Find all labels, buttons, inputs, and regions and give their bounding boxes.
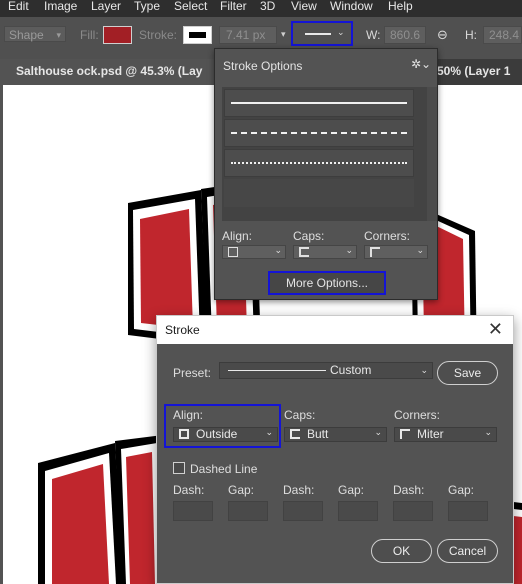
dash-label-2: Dash:: [283, 483, 315, 497]
gap-label-2: Gap:: [338, 483, 365, 497]
width-field[interactable]: 860.6: [384, 26, 426, 44]
height-value: 248.4: [489, 28, 520, 42]
tool-mode-select[interactable]: Shape ▾: [4, 26, 66, 42]
width-value: 860.6: [390, 28, 421, 42]
gap-field-1[interactable]: [228, 501, 268, 521]
chevron-down-icon: ⌄: [274, 245, 282, 255]
chevron-down-icon[interactable]: ▾: [281, 29, 286, 40]
stroke-presets-list: [222, 87, 434, 221]
dialog-titlebar: Stroke ✕: [157, 316, 513, 344]
stroke-type-selector[interactable]: ⌄: [291, 21, 353, 46]
panel-caps-label: Caps:: [293, 229, 325, 243]
document-tab-second[interactable]: 50% (Layer 1: [437, 59, 510, 85]
align-dropdown[interactable]: Outside ⌄: [173, 427, 278, 442]
dash-field-2[interactable]: [283, 501, 323, 521]
dashed-line-checkbox[interactable]: [173, 462, 185, 474]
document-tab[interactable]: Salthouse ock.psd @ 45.3% (Lay: [0, 59, 220, 85]
tool-mode-value: Shape: [9, 28, 44, 42]
dash-label-3: Dash:: [393, 483, 425, 497]
fill-color-swatch[interactable]: [103, 26, 132, 44]
align-label: Align:: [173, 408, 204, 422]
panel-caps-dropdown[interactable]: ⌄: [293, 245, 357, 259]
panel-align-label: Align:: [222, 229, 253, 243]
stroke-preset-empty: [224, 179, 414, 207]
panel-corners-label: Corners:: [364, 229, 411, 243]
gap-field-3[interactable]: [448, 501, 488, 521]
chevron-down-icon: ▾: [56, 30, 61, 40]
menu-layer[interactable]: Layer: [91, 0, 121, 13]
gap-label-3: Gap:: [448, 483, 475, 497]
preset-value: Custom: [330, 363, 372, 377]
ok-button[interactable]: OK: [371, 539, 432, 563]
preset-label: Preset:: [173, 366, 212, 380]
fill-label: Fill:: [80, 28, 99, 42]
chevron-down-icon: ⌄: [337, 27, 345, 37]
preset-dropdown[interactable]: Custom ⌄: [219, 362, 433, 379]
cap-butt-icon: [299, 247, 309, 257]
corners-dropdown[interactable]: Miter ⌄: [394, 427, 497, 442]
width-label: W:: [366, 28, 381, 42]
stroke-dialog: Stroke ✕ Preset: Custom ⌄ Save Align: Ca…: [156, 315, 514, 584]
dash-field-1[interactable]: [173, 501, 213, 521]
menu-type[interactable]: Type: [134, 0, 160, 13]
menu-help[interactable]: Help: [388, 0, 413, 13]
height-label: H:: [465, 28, 477, 42]
stroke-options-title: Stroke Options: [223, 59, 303, 73]
menu-window[interactable]: Window: [330, 0, 373, 13]
caps-dropdown[interactable]: Butt ⌄: [284, 427, 387, 442]
gap-field-2[interactable]: [338, 501, 378, 521]
chevron-down-icon: ⌄: [420, 365, 428, 375]
gear-icon[interactable]: ✲⌄: [411, 57, 431, 71]
chevron-down-icon: ⌄: [374, 427, 382, 437]
stroke-color-swatch[interactable]: [183, 26, 212, 44]
align-value: Outside: [196, 427, 238, 441]
corners-value: Miter: [417, 427, 444, 441]
cancel-button[interactable]: Cancel: [437, 539, 498, 563]
menu-edit[interactable]: Edit: [8, 0, 29, 13]
stroke-preset-dashed[interactable]: [224, 119, 414, 147]
menu-bar: Edit Image Layer Type Select Filter 3D V…: [0, 0, 522, 17]
panel-corners-dropdown[interactable]: ⌄: [364, 245, 428, 259]
presets-scrollbar[interactable]: [427, 87, 437, 221]
solid-line-icon: [228, 370, 326, 371]
dashed-line-label: Dashed Line: [190, 462, 258, 476]
save-button[interactable]: Save: [437, 361, 498, 385]
menu-select[interactable]: Select: [174, 0, 207, 13]
stroke-preset-dotted[interactable]: [224, 149, 414, 177]
stroke-label: Stroke:: [139, 28, 178, 42]
solid-line-icon: [305, 33, 331, 35]
stroke-options-panel: Stroke Options ✲⌄ Align: Caps: Corners: …: [214, 48, 438, 300]
corner-miter-icon: [400, 429, 410, 439]
menu-view[interactable]: View: [291, 0, 317, 13]
stroke-width-field[interactable]: 7.41 px: [219, 26, 277, 44]
stroke-preset-solid[interactable]: [224, 89, 414, 117]
menu-image[interactable]: Image: [44, 0, 77, 13]
close-icon[interactable]: ✕: [488, 319, 503, 339]
caps-label: Caps:: [284, 408, 316, 422]
caps-value: Butt: [307, 427, 329, 441]
chevron-down-icon: ⌄: [416, 245, 424, 255]
panel-align-dropdown[interactable]: ⌄: [222, 245, 286, 259]
dash-label-1: Dash:: [173, 483, 205, 497]
height-field[interactable]: 248.4: [483, 26, 522, 44]
link-icon[interactable]: ⊖: [437, 27, 448, 43]
align-outside-icon: [179, 429, 189, 439]
menu-filter[interactable]: Filter: [220, 0, 247, 13]
cap-butt-icon: [290, 429, 300, 439]
align-outside-icon: [228, 247, 238, 257]
chevron-down-icon: ⌄: [345, 245, 353, 255]
gap-label-1: Gap:: [228, 483, 255, 497]
stroke-width-value: 7.41 px: [226, 28, 266, 42]
chevron-down-icon: ⌄: [484, 427, 492, 437]
corners-label: Corners:: [394, 408, 441, 422]
menu-3d[interactable]: 3D: [260, 0, 275, 13]
more-options-button[interactable]: More Options...: [268, 271, 386, 295]
dash-field-3[interactable]: [393, 501, 433, 521]
corner-miter-icon: [370, 247, 380, 257]
chevron-down-icon: ⌄: [265, 427, 273, 437]
dialog-title: Stroke: [165, 323, 200, 337]
